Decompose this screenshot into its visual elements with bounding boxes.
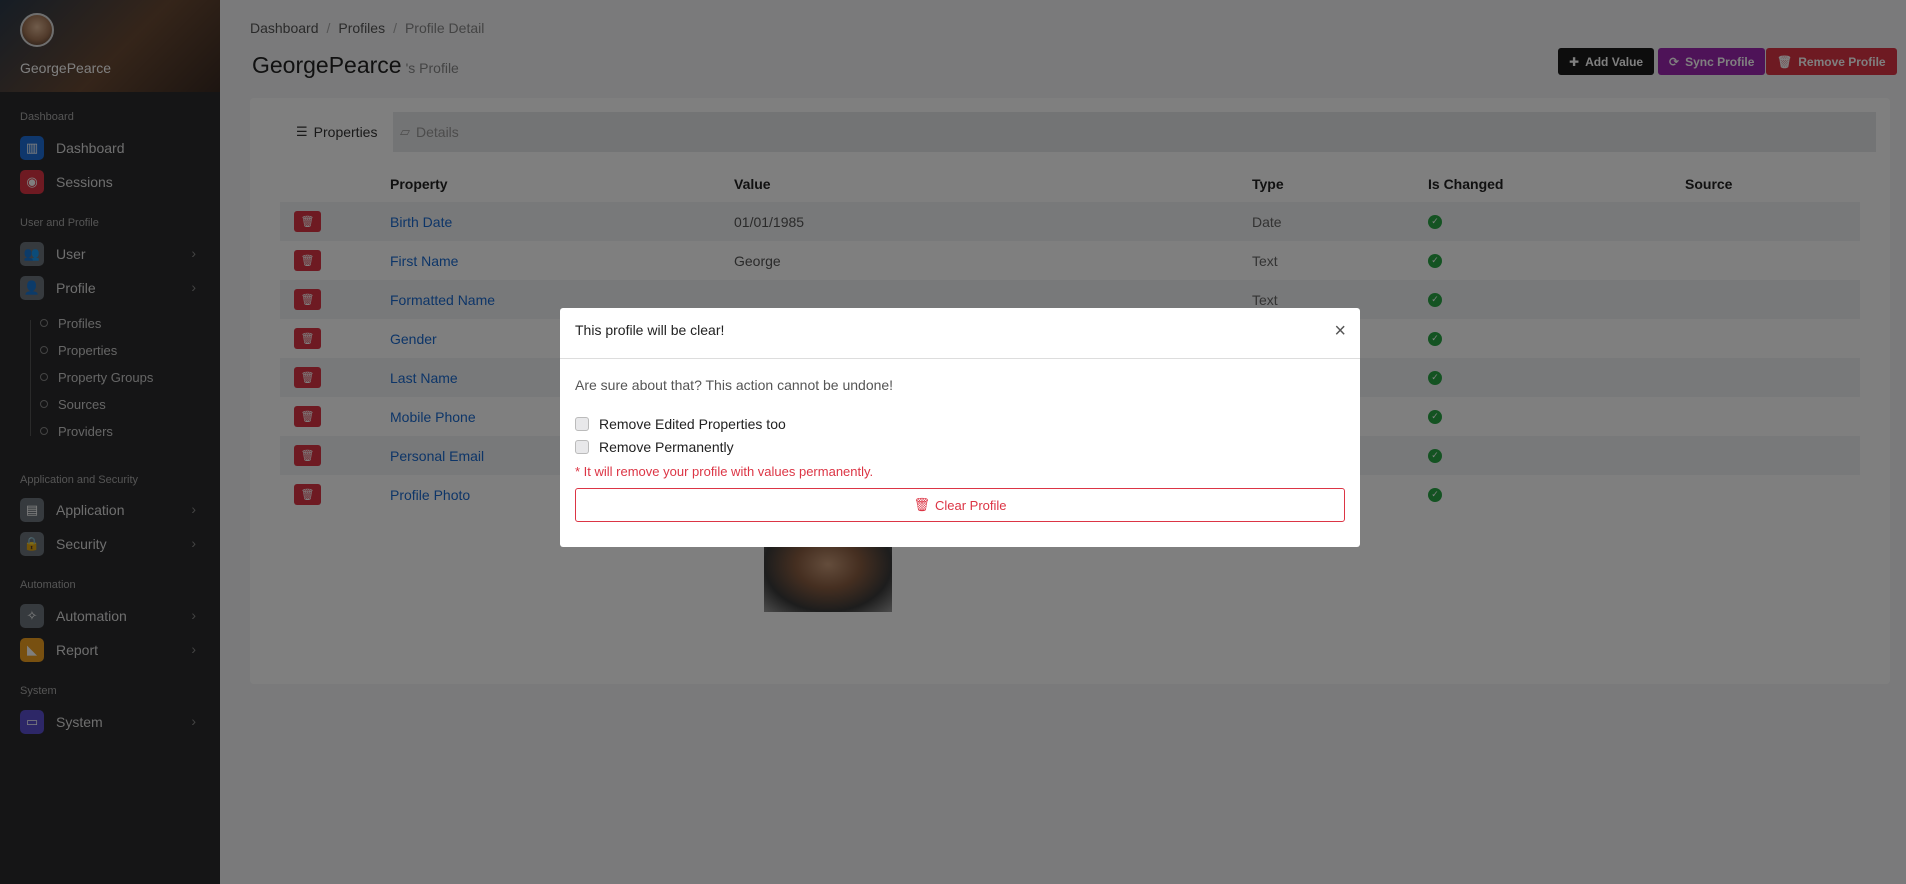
remove-permanently-label: Remove Permanently [599,439,734,455]
clear-profile-modal: This profile will be clear! × Are sure a… [560,308,1360,547]
remove-edited-checkbox[interactable] [575,417,589,431]
remove-permanently-checkbox[interactable] [575,440,589,454]
close-icon[interactable]: × [1334,320,1346,343]
modal-header: This profile will be clear! × [560,308,1360,359]
clear-profile-button[interactable]: 🗑 Clear Profile [575,488,1345,522]
modal-title: This profile will be clear! [575,322,725,338]
remove-edited-label: Remove Edited Properties too [599,416,786,432]
remove-permanently-checkbox-row[interactable]: Remove Permanently [575,438,734,456]
trash-icon: 🗑 [913,497,930,512]
remove-edited-checkbox-row[interactable]: Remove Edited Properties too [575,415,786,433]
clear-profile-label: Clear Profile [934,497,1007,513]
warning-text: * It will remove your profile with value… [575,464,874,479]
modal-message: Are sure about that? This action cannot … [575,377,894,393]
